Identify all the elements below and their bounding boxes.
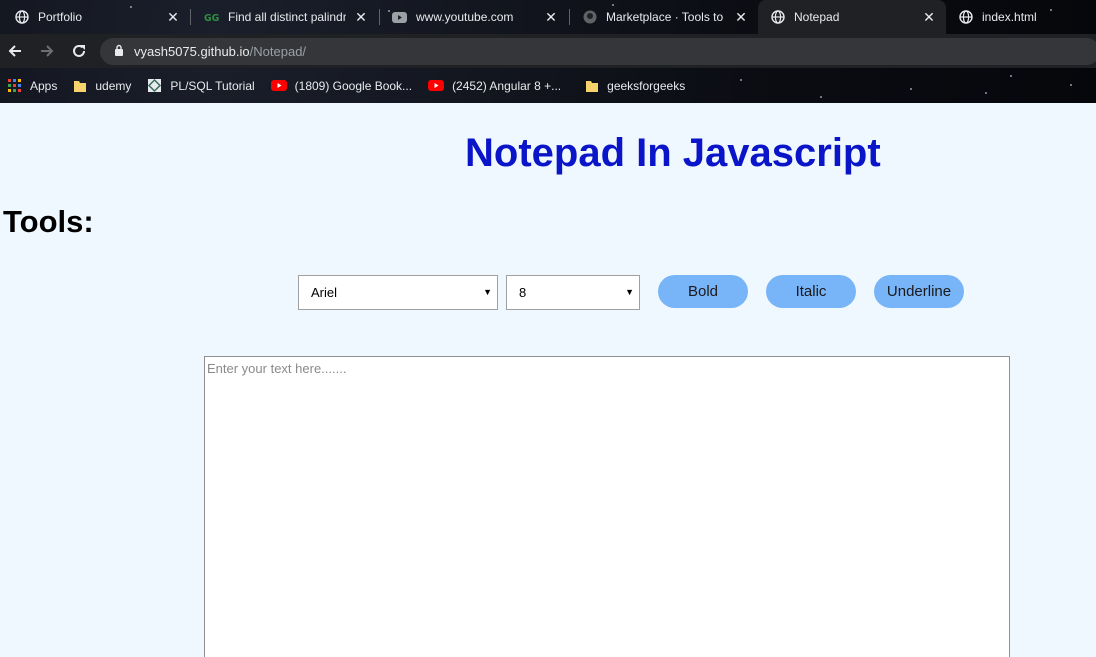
folder-icon (585, 79, 599, 93)
page-title: Notepad In Javascript (465, 131, 881, 175)
tab-geeksforgeeks[interactable]: GG Find all distinct palindr ✕ (192, 0, 378, 34)
forward-arrow-icon[interactable] (34, 38, 60, 64)
bookmark-label: PL/SQL Tutorial (170, 78, 255, 93)
youtube-icon (392, 10, 407, 25)
bookmark-label: udemy (95, 78, 132, 93)
apps-grid-icon (8, 78, 22, 93)
tab-title: Notepad (794, 10, 840, 24)
folder-icon (73, 79, 87, 93)
bold-button[interactable]: Bold (658, 275, 748, 308)
bookmark-plsql[interactable]: PL/SQL Tutorial (147, 78, 255, 93)
close-icon[interactable]: ✕ (544, 9, 558, 26)
gfg-icon: GG (204, 10, 219, 25)
bookmark-udemy[interactable]: udemy (73, 79, 131, 93)
underline-button[interactable]: Underline (874, 275, 964, 308)
close-icon[interactable]: ✕ (734, 9, 748, 26)
bookmark-label: geeksforgeeks (607, 78, 686, 93)
tab-marketplace[interactable]: Marketplace · Tools to i ✕ (570, 0, 758, 34)
tab-title: index.html (982, 10, 1037, 24)
back-arrow-icon[interactable] (2, 38, 28, 64)
youtube-icon (270, 80, 287, 91)
tab-notepad[interactable]: Notepad ✕ (758, 0, 946, 34)
tab-youtube[interactable]: www.youtube.com ✕ (380, 0, 568, 34)
tab-title: www.youtube.com (416, 10, 514, 24)
font-size-select[interactable]: 8 ▼ (506, 275, 640, 310)
font-family-select[interactable]: Ariel ▼ (298, 275, 498, 310)
bookmark-google-book[interactable]: (1809) Google Book... (270, 78, 413, 93)
lock-icon (114, 43, 124, 61)
tab-index[interactable]: index.html (946, 0, 1096, 34)
page-content: Notepad In Javascript Tools: Ariel ▼ 8 ▼… (0, 103, 1096, 657)
editor-placeholder: Enter your text here....... (207, 361, 347, 376)
tab-title: Marketplace · Tools to i (606, 10, 726, 24)
globe-icon (14, 10, 29, 25)
dropdown-arrow-icon: ▼ (625, 287, 634, 297)
tab-title: Portfolio (38, 10, 83, 24)
plsql-icon (147, 78, 162, 93)
url-path: /Notepad/ (249, 44, 307, 59)
bookmark-angular[interactable]: (2452) Angular 8 +... (428, 79, 561, 93)
close-icon[interactable]: ✕ (922, 9, 936, 26)
url-text: vyash5075.github.io/Notepad/ (134, 44, 306, 59)
globe-icon (770, 10, 785, 25)
italic-button[interactable]: Italic (766, 275, 856, 308)
bookmark-label: (1809) Google Book... (294, 78, 413, 93)
dropdown-arrow-icon: ▼ (483, 287, 492, 297)
tab-strip: Portfolio ✕ GG Find all distinct palindr… (0, 0, 1096, 34)
browser-chrome: Portfolio ✕ GG Find all distinct palindr… (0, 0, 1096, 103)
browser-toolbar: vyash5075.github.io/Notepad/ (0, 34, 1096, 68)
reload-icon[interactable] (66, 38, 92, 64)
address-bar[interactable]: vyash5075.github.io/Notepad/ (100, 38, 1096, 65)
bookmark-label: (2452) Angular 8 +... (452, 78, 562, 93)
youtube-icon (428, 80, 445, 91)
bookmarks-bar: Apps udemy PL/SQL Tutorial (1809) Google… (0, 68, 1096, 103)
text-editor[interactable]: Enter your text here....... (204, 356, 1010, 657)
url-host: vyash5075.github.io (134, 44, 250, 59)
bookmark-apps[interactable]: Apps (8, 78, 58, 93)
bookmark-geeksforgeeks[interactable]: geeksforgeeks (585, 79, 685, 93)
svg-text:GG: GG (204, 13, 219, 23)
globe-icon (958, 10, 973, 25)
close-icon[interactable]: ✕ (354, 9, 368, 26)
font-size-value: 8 (519, 285, 527, 300)
tab-title: Find all distinct palindr (228, 10, 346, 24)
bookmark-label: Apps (30, 78, 58, 93)
close-icon[interactable]: ✕ (166, 9, 180, 26)
tab-portfolio[interactable]: Portfolio ✕ (2, 0, 190, 34)
font-family-value: Ariel (311, 285, 338, 300)
github-icon (582, 10, 597, 25)
tools-heading: Tools: (3, 204, 94, 239)
